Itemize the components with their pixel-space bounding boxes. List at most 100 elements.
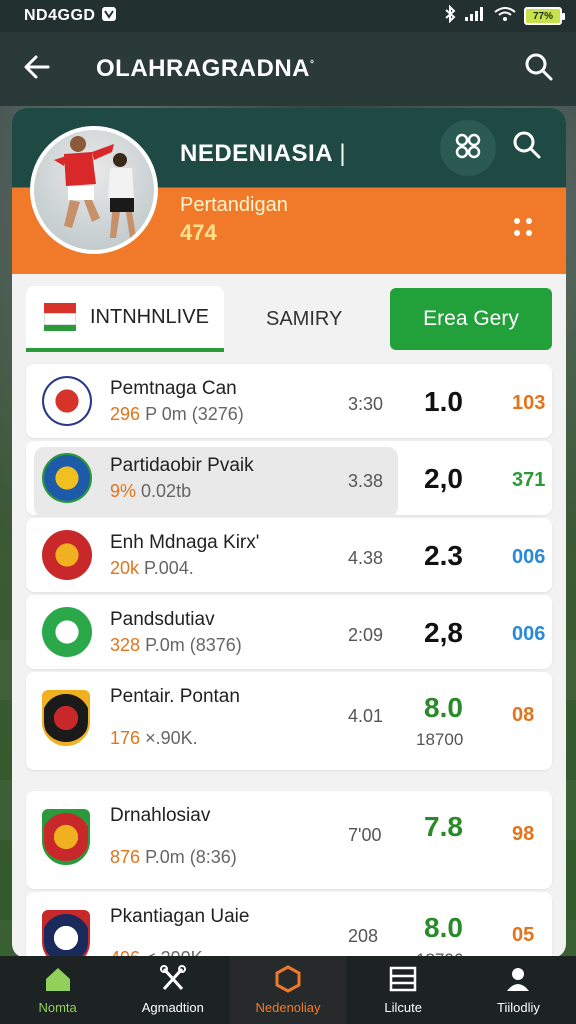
hero-number: 474 (180, 220, 217, 245)
match-score: 8.0 (424, 912, 463, 943)
bluetooth-icon (444, 4, 456, 28)
match-odds[interactable]: 006 (512, 623, 545, 646)
team-crest-icon (42, 376, 92, 426)
cta-button[interactable]: Erea Gery (390, 288, 552, 350)
team-crest-icon (42, 809, 90, 865)
match-name: Pkantiagan Uaie (110, 906, 250, 927)
match-score: 1.0 (424, 386, 463, 417)
match-name: Pentair. Pontan (110, 686, 240, 707)
match-time: 3:30 (348, 394, 384, 414)
match-info: P.004. (144, 558, 194, 578)
match-time: 2:09 (348, 625, 384, 645)
match-info: 0.02tb (141, 481, 192, 501)
match-row[interactable]: Pentair. Pontan 176 ×.90K. 4.01 8.0 1870… (26, 672, 552, 770)
match-odds[interactable]: 371 (512, 469, 545, 492)
match-meta: 876 P.0m (8:36) (110, 847, 237, 868)
nav-label: Agmadtion (141, 1000, 204, 1015)
match-percent: 9% (110, 481, 137, 501)
team-crest-icon (42, 530, 92, 580)
match-meta: 9% 0.02tb (110, 481, 191, 502)
team-crest-icon (42, 607, 92, 657)
match-percent: 876 (110, 847, 141, 867)
nav-item-hexagon[interactable]: Nedenoliay (230, 956, 346, 1024)
match-list: Pemtnaga Can 296 P 0m (3276) 3:30 1.0 10… (12, 364, 566, 958)
players-photo (30, 126, 158, 254)
tab-live[interactable]: INTNHNLIVE (26, 286, 224, 352)
nav-label: Lilcute (384, 1000, 422, 1015)
match-odds[interactable]: 103 (512, 392, 545, 415)
match-score: 7.8 (424, 811, 463, 842)
search-icon[interactable] (524, 52, 554, 87)
hero-title: NEDENIASIA | (180, 140, 347, 167)
match-name: Enh Mdnaga Kirx' (110, 532, 260, 553)
match-odds[interactable]: 05 (512, 924, 534, 947)
bottom-navigation: Nomta Agmadtion Nedenoliay Lilcute Tiilo… (0, 956, 576, 1024)
match-score: 2,0 (424, 463, 463, 494)
match-row[interactable]: Pandsdutiav 328 P.0m (8376) 2:09 2,8 006 (26, 595, 552, 669)
nav-item-home[interactable]: Nomta (0, 956, 115, 1024)
match-info: ×.90K. (145, 728, 198, 748)
match-percent: 176 (110, 728, 141, 748)
match-row[interactable]: Drnahlosiav 876 P.0m (8:36) 7'00 7.8 98 (26, 791, 552, 889)
match-odds[interactable]: 006 (512, 546, 545, 569)
match-row[interactable]: Pemtnaga Can 296 P 0m (3276) 3:30 1.0 10… (26, 364, 552, 438)
nav-label: Tiilodliy (496, 1000, 540, 1015)
back-arrow-icon[interactable] (22, 52, 52, 87)
match-meta: 328 P.0m (8376) (110, 635, 242, 656)
match-odds[interactable]: 98 (512, 823, 534, 846)
match-score: 2.3 (424, 540, 463, 571)
notification-icon (101, 6, 117, 27)
match-time: 3.38 (348, 471, 384, 491)
match-info: P.0m (8376) (145, 635, 242, 655)
match-name: Partidaobir Pvaik (110, 455, 254, 476)
match-meta: 20k P.004. (110, 558, 194, 579)
scissors-icon (158, 965, 188, 996)
wifi-icon (494, 6, 516, 27)
battery-icon: 77% (524, 7, 565, 25)
hero-search-icon[interactable] (512, 130, 542, 165)
match-name: Drnahlosiav (110, 805, 211, 826)
match-info: P 0m (3276) (145, 404, 244, 424)
signal-icon (464, 6, 486, 27)
flag-icon (44, 303, 76, 331)
status-bar: ND4GGD 77% (0, 0, 576, 32)
match-meta: 176 ×.90K. (110, 728, 198, 749)
hero-banner: NEDENIASIA | Pertandigan 474 (12, 108, 566, 274)
grid-icon (454, 132, 482, 165)
list-icon (388, 965, 418, 996)
battery-level: 77% (532, 10, 553, 22)
nav-item-profile[interactable]: Tiilodliy (461, 956, 576, 1024)
tab-summary[interactable]: SAMIRY (266, 308, 342, 331)
more-dots-icon[interactable] (512, 216, 534, 243)
tab-live-label: INTNHNLIVE (90, 305, 209, 328)
team-crest-icon (42, 910, 90, 958)
hexagon-icon (273, 965, 303, 996)
match-row[interactable]: Partidaobir Pvaik 9% 0.02tb 3.38 2,0 371 (26, 441, 552, 517)
match-meta: 296 P 0m (3276) (110, 404, 244, 425)
match-row[interactable]: Enh Mdnaga Kirx' 20k P.004. 4.38 2.3 006 (26, 518, 552, 592)
list-gap (26, 773, 552, 791)
app-bar: OLAHRAGRADNA° (0, 32, 576, 106)
match-time: 4.38 (348, 548, 384, 568)
home-icon (43, 965, 73, 996)
grid-button[interactable] (440, 120, 496, 176)
team-crest-icon (42, 453, 92, 503)
match-odds[interactable]: 08 (512, 704, 534, 727)
match-percent: 296 (110, 404, 141, 424)
profile-icon (503, 965, 533, 996)
match-score: 2,8 (424, 617, 463, 648)
nav-label: Nomta (38, 1000, 77, 1015)
nav-label: Nedenoliay (255, 1000, 321, 1015)
match-time: 208 (348, 926, 379, 946)
main-card: NEDENIASIA | Pertandigan 474 INTNHNLIVE … (12, 108, 566, 958)
match-score: 8.0 (424, 692, 463, 723)
match-row[interactable]: Pkantiagan Uaie 496 < 290K 208 8.0 18706… (26, 892, 552, 958)
nav-item-scissors[interactable]: Agmadtion (115, 956, 230, 1024)
nav-item-list[interactable]: Lilcute (346, 956, 461, 1024)
match-percent: 328 (110, 635, 141, 655)
team-crest-icon (42, 690, 90, 746)
app-title: OLAHRAGRADNA° (96, 55, 315, 82)
match-subvalue: 18700 (416, 730, 464, 749)
match-name: Pemtnaga Can (110, 378, 237, 399)
carrier-label: ND4GGD (24, 7, 96, 24)
